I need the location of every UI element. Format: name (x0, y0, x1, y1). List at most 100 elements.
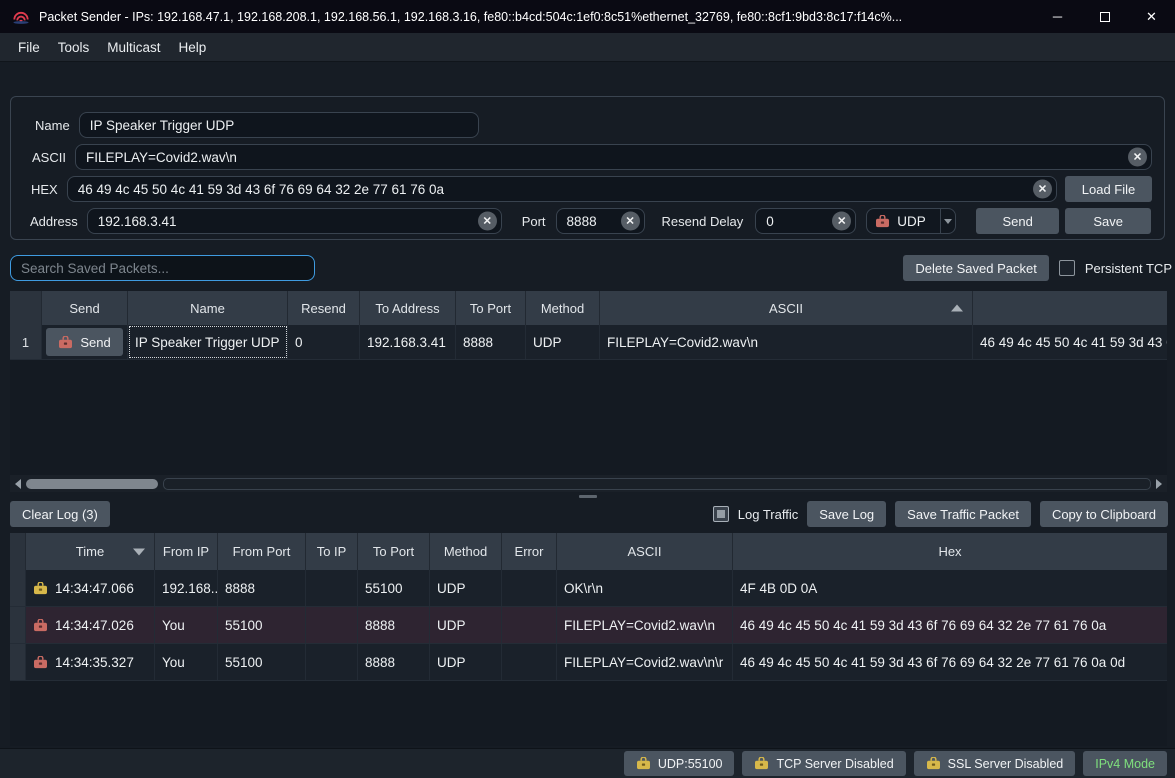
tcp-server-button[interactable]: TCP Server Disabled (742, 751, 905, 776)
saved-cell-hex[interactable]: 46 49 4c 45 50 4c 41 59 3d 43 6f 76 69 6… (973, 325, 1167, 359)
packet-sent-icon (33, 656, 48, 669)
clear-address-icon[interactable]: ✕ (478, 212, 497, 231)
log-traffic-label: Log Traffic (738, 507, 798, 522)
clear-log-button[interactable]: Clear Log (3) (10, 501, 110, 527)
name-input[interactable] (79, 112, 479, 138)
saved-cell-name[interactable]: IP Speaker Trigger UDP (128, 325, 288, 359)
log-traffic-checkbox[interactable] (713, 506, 729, 522)
traffic-header-ascii[interactable]: ASCII (557, 533, 733, 570)
menu-tools[interactable]: Tools (49, 33, 99, 61)
load-file-button[interactable]: Load File (1065, 176, 1152, 202)
packet-icon (875, 215, 890, 228)
udp-server-icon (636, 757, 651, 770)
saved-cell-ascii[interactable]: FILEPLAY=Covid2.wav\n (600, 325, 973, 359)
port-label: Port (522, 214, 546, 229)
menu-bar: File Tools Multicast Help (0, 33, 1175, 62)
saved-header-resend[interactable]: Resend (288, 291, 360, 325)
saved-packet-row[interactable]: 1 Send IP Speaker Trigger UDP 0 192.168.… (10, 325, 1167, 360)
horizontal-scrollbar[interactable] (10, 475, 1167, 492)
traffic-header-from-port[interactable]: From Port (218, 533, 306, 570)
ascii-label: ASCII (32, 150, 66, 165)
clear-port-icon[interactable]: ✕ (621, 212, 640, 231)
send-button[interactable]: Send (976, 208, 1059, 234)
menu-file[interactable]: File (9, 33, 49, 61)
packet-received-icon (33, 582, 48, 595)
saved-corner-header (10, 291, 42, 325)
traffic-table-empty-area (10, 681, 1167, 746)
send-cell: Send (42, 325, 128, 359)
app-icon (11, 9, 31, 25)
udp-server-button[interactable]: UDP:55100 (624, 751, 735, 776)
traffic-row-selected[interactable]: 14:34:47.026 You 55100 8888 UDP FILEPLAY… (10, 607, 1167, 644)
saved-table-empty-area (10, 360, 1167, 475)
traffic-header-to-ip[interactable]: To IP (306, 533, 358, 570)
traffic-row[interactable]: 14:34:35.327 You 55100 8888 UDP FILEPLAY… (10, 644, 1167, 681)
name-label: Name (35, 118, 70, 133)
saved-header-hex[interactable] (973, 291, 1167, 325)
saved-header-send[interactable]: Send (42, 291, 128, 325)
save-button[interactable]: Save (1065, 208, 1151, 234)
ipv4-mode-button[interactable]: IPv4 Mode (1083, 751, 1167, 776)
persistent-tcp-label: Persistent TCP (1085, 261, 1172, 276)
save-traffic-packet-button[interactable]: Save Traffic Packet (895, 501, 1031, 527)
maximize-icon[interactable] (1081, 0, 1128, 33)
menu-help[interactable]: Help (170, 33, 216, 61)
row-send-button[interactable]: Send (46, 328, 122, 356)
sort-descending-icon (133, 548, 145, 555)
traffic-header-hex[interactable]: Hex (733, 533, 1167, 570)
ascii-input[interactable] (75, 144, 1152, 170)
saved-header-name[interactable]: Name (128, 291, 288, 325)
address-label: Address (30, 214, 78, 229)
scrollbar-thumb[interactable] (26, 479, 158, 489)
packet-sent-icon (33, 619, 48, 632)
scroll-right-icon[interactable] (1156, 479, 1162, 489)
address-input[interactable] (87, 208, 502, 234)
copy-to-clipboard-button[interactable]: Copy to Clipboard (1040, 501, 1168, 527)
scroll-left-icon[interactable] (15, 479, 21, 489)
saved-cell-method[interactable]: UDP (526, 325, 600, 359)
chevron-down-icon[interactable] (940, 209, 955, 233)
menu-multicast[interactable]: Multicast (98, 33, 169, 61)
save-log-button[interactable]: Save Log (807, 501, 886, 527)
saved-cell-to-address[interactable]: 192.168.3.41 (360, 325, 456, 359)
row-number: 1 (10, 325, 42, 359)
clear-resend-icon[interactable]: ✕ (832, 212, 851, 231)
traffic-header-to-port[interactable]: To Port (358, 533, 430, 570)
minimize-icon[interactable]: ─ (1034, 0, 1081, 33)
sort-ascending-icon (951, 305, 963, 312)
hex-label: HEX (31, 182, 58, 197)
saved-cell-to-port[interactable]: 8888 (456, 325, 526, 359)
persistent-tcp-checkbox[interactable] (1059, 260, 1075, 276)
traffic-header-from-ip[interactable]: From IP (155, 533, 218, 570)
saved-header-to-address[interactable]: To Address (360, 291, 456, 325)
delete-saved-packet-button[interactable]: Delete Saved Packet (903, 255, 1048, 281)
saved-header-ascii[interactable]: ASCII (600, 291, 973, 325)
traffic-cell-time: 14:34:47.026 (26, 607, 155, 643)
window-title: Packet Sender - IPs: 192.168.47.1, 192.1… (39, 10, 902, 24)
splitter-handle[interactable] (0, 492, 1175, 501)
ssl-server-button[interactable]: SSL Server Disabled (914, 751, 1076, 776)
clear-ascii-icon[interactable]: ✕ (1128, 148, 1147, 167)
traffic-header-time[interactable]: Time (26, 533, 155, 570)
protocol-value: UDP (897, 214, 926, 229)
clear-hex-icon[interactable]: ✕ (1033, 180, 1052, 199)
scrollbar-groove[interactable] (163, 478, 1151, 490)
traffic-corner-header (10, 533, 26, 570)
saved-header-to-port[interactable]: To Port (456, 291, 526, 325)
saved-cell-resend[interactable]: 0 (288, 325, 360, 359)
close-icon[interactable]: ✕ (1128, 0, 1175, 33)
traffic-log-table: Time From IP From Port To IP To Port Met… (10, 533, 1167, 746)
hex-input[interactable] (67, 176, 1057, 202)
traffic-cell-time: 14:34:35.327 (26, 644, 155, 680)
saved-packets-table: Send Name Resend To Address To Port Meth… (10, 291, 1167, 492)
resend-delay-label: Resend Delay (662, 214, 744, 229)
traffic-header-error[interactable]: Error (502, 533, 557, 570)
traffic-header-method[interactable]: Method (430, 533, 502, 570)
search-input[interactable] (10, 255, 315, 281)
packet-icon (58, 336, 73, 349)
traffic-cell-time: 14:34:47.066 (26, 570, 155, 606)
saved-header-method[interactable]: Method (526, 291, 600, 325)
protocol-select[interactable]: UDP (866, 208, 956, 234)
traffic-row[interactable]: 14:34:47.066 192.168.... 8888 55100 UDP … (10, 570, 1167, 607)
packet-form-panel: Name ASCII ✕ HEX ✕ Load File Address ✕ P… (10, 96, 1165, 240)
